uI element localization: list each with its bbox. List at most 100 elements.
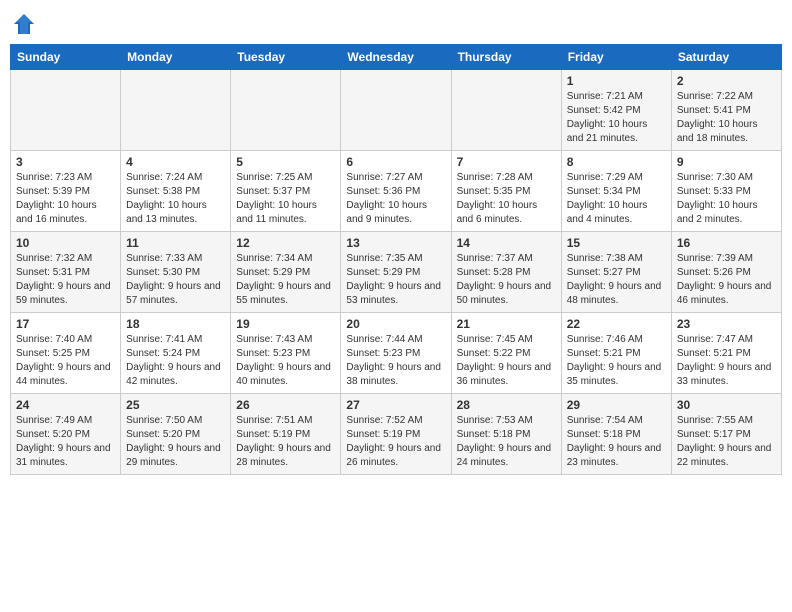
calendar-cell: 3 Sunrise: 7:23 AM Sunset: 5:39 PM Daylig… [11,151,121,232]
day-info: Sunrise: 7:35 AM Sunset: 5:29 PM Dayligh… [346,252,445,308]
day-number: 29 [567,398,666,412]
page-header [10,10,782,38]
day-info: Sunrise: 7:28 AM Sunset: 5:35 PM Dayligh… [457,171,556,227]
day-info: Sunrise: 7:23 AM Sunset: 5:39 PM Dayligh… [16,171,115,227]
day-number: 25 [126,398,225,412]
calendar-cell: 17Sunrise: 7:40 AM Sunset: 5:25 PM Dayli… [11,313,121,394]
day-number: 26 [236,398,335,412]
day-number: 2 [677,74,776,88]
day-number: 20 [346,317,445,331]
calendar-cell: 24 Sunrise: 7:49 AM Sunset: 5:20 PM Dayli… [11,394,121,475]
calendar-cell: 2 Sunrise: 7:22 AM Sunset: 5:41 PM Daylig… [671,70,781,151]
day-info: Sunrise: 7:54 AM Sunset: 5:18 PM Dayligh… [567,414,666,470]
day-info: Sunrise: 7:30 AM Sunset: 5:33 PM Dayligh… [677,171,776,227]
day-info: Sunrise: 7:41 AM Sunset: 5:24 PM Dayligh… [126,333,225,389]
day-info: Sunrise: 7:33 AM Sunset: 5:30 PM Dayligh… [126,252,225,308]
calendar-cell: 13 Sunrise: 7:35 AM Sunset: 5:29 PM Dayli… [341,232,451,313]
calendar-cell: 18 Sunrise: 7:41 AM Sunset: 5:24 PM Dayli… [121,313,231,394]
calendar-cell: 16 Sunrise: 7:39 AM Sunset: 5:26 PM Dayli… [671,232,781,313]
calendar-cell: 30 Sunrise: 7:55 AM Sunset: 5:17 PM Dayli… [671,394,781,475]
calendar-cell: 21Sunrise: 7:45 AM Sunset: 5:22 PM Dayli… [451,313,561,394]
day-number: 8 [567,155,666,169]
day-info: Sunrise: 7:24 AM Sunset: 5:38 PM Dayligh… [126,171,225,227]
day-info: Sunrise: 7:21 AM Sunset: 5:42 PM Dayligh… [567,90,666,146]
day-number: 24 [16,398,115,412]
calendar-week-row: 3 Sunrise: 7:23 AM Sunset: 5:39 PM Daylig… [11,151,782,232]
day-info: Sunrise: 7:43 AM Sunset: 5:23 PM Dayligh… [236,333,335,389]
day-info: Sunrise: 7:55 AM Sunset: 5:17 PM Dayligh… [677,414,776,470]
day-info: Sunrise: 7:29 AM Sunset: 5:34 PM Dayligh… [567,171,666,227]
calendar-cell: 27 Sunrise: 7:52 AM Sunset: 5:19 PM Dayli… [341,394,451,475]
day-number: 3 [16,155,115,169]
day-number: 12 [236,236,335,250]
day-number: 28 [457,398,556,412]
calendar-cell: 6 Sunrise: 7:27 AM Sunset: 5:36 PM Daylig… [341,151,451,232]
calendar-cell: 7 Sunrise: 7:28 AM Sunset: 5:35 PM Daylig… [451,151,561,232]
calendar-cell: 1 Sunrise: 7:21 AM Sunset: 5:42 PM Daylig… [561,70,671,151]
day-info: Sunrise: 7:22 AM Sunset: 5:41 PM Dayligh… [677,90,776,146]
day-info: Sunrise: 7:27 AM Sunset: 5:36 PM Dayligh… [346,171,445,227]
day-info: Sunrise: 7:52 AM Sunset: 5:19 PM Dayligh… [346,414,445,470]
day-info: Sunrise: 7:37 AM Sunset: 5:28 PM Dayligh… [457,252,556,308]
calendar-cell: 14 Sunrise: 7:37 AM Sunset: 5:28 PM Dayli… [451,232,561,313]
day-of-week-header: Sunday [11,45,121,70]
day-number: 13 [346,236,445,250]
calendar-cell: 15 Sunrise: 7:38 AM Sunset: 5:27 PM Dayli… [561,232,671,313]
day-number: 6 [346,155,445,169]
calendar-cell [11,70,121,151]
day-number: 1 [567,74,666,88]
day-of-week-header: Friday [561,45,671,70]
calendar-week-row: 24 Sunrise: 7:49 AM Sunset: 5:20 PM Dayli… [11,394,782,475]
day-info: Sunrise: 7:51 AM Sunset: 5:19 PM Dayligh… [236,414,335,470]
day-number: 16 [677,236,776,250]
logo [10,10,42,38]
day-info: Sunrise: 7:38 AM Sunset: 5:27 PM Dayligh… [567,252,666,308]
calendar-cell [231,70,341,151]
day-number: 10 [16,236,115,250]
calendar-cell: 11Sunrise: 7:33 AM Sunset: 5:30 PM Dayli… [121,232,231,313]
calendar-cell [121,70,231,151]
calendar-cell: 5 Sunrise: 7:25 AM Sunset: 5:37 PM Daylig… [231,151,341,232]
day-info: Sunrise: 7:44 AM Sunset: 5:23 PM Dayligh… [346,333,445,389]
day-number: 22 [567,317,666,331]
day-number: 19 [236,317,335,331]
day-info: Sunrise: 7:39 AM Sunset: 5:26 PM Dayligh… [677,252,776,308]
day-of-week-header: Wednesday [341,45,451,70]
day-number: 7 [457,155,556,169]
day-info: Sunrise: 7:53 AM Sunset: 5:18 PM Dayligh… [457,414,556,470]
logo-icon [10,10,38,38]
calendar-cell: 26 Sunrise: 7:51 AM Sunset: 5:19 PM Dayli… [231,394,341,475]
day-info: Sunrise: 7:46 AM Sunset: 5:21 PM Dayligh… [567,333,666,389]
calendar-cell: 19 Sunrise: 7:43 AM Sunset: 5:23 PM Dayli… [231,313,341,394]
day-of-week-header: Thursday [451,45,561,70]
day-number: 17 [16,317,115,331]
calendar-cell: 25Sunrise: 7:50 AM Sunset: 5:20 PM Dayli… [121,394,231,475]
calendar-cell: 8 Sunrise: 7:29 AM Sunset: 5:34 PM Daylig… [561,151,671,232]
calendar-cell: 20 Sunrise: 7:44 AM Sunset: 5:23 PM Dayli… [341,313,451,394]
day-of-week-header: Tuesday [231,45,341,70]
calendar-week-row: 10Sunrise: 7:32 AM Sunset: 5:31 PM Dayli… [11,232,782,313]
day-number: 4 [126,155,225,169]
calendar-week-row: 17Sunrise: 7:40 AM Sunset: 5:25 PM Dayli… [11,313,782,394]
calendar-week-row: 1 Sunrise: 7:21 AM Sunset: 5:42 PM Daylig… [11,70,782,151]
day-of-week-header: Saturday [671,45,781,70]
day-number: 18 [126,317,225,331]
day-number: 23 [677,317,776,331]
day-info: Sunrise: 7:47 AM Sunset: 5:21 PM Dayligh… [677,333,776,389]
calendar-header-row: SundayMondayTuesdayWednesdayThursdayFrid… [11,45,782,70]
day-info: Sunrise: 7:49 AM Sunset: 5:20 PM Dayligh… [16,414,115,470]
day-info: Sunrise: 7:25 AM Sunset: 5:37 PM Dayligh… [236,171,335,227]
day-number: 30 [677,398,776,412]
day-number: 27 [346,398,445,412]
day-number: 15 [567,236,666,250]
day-number: 5 [236,155,335,169]
calendar-cell: 29 Sunrise: 7:54 AM Sunset: 5:18 PM Dayli… [561,394,671,475]
calendar-table: SundayMondayTuesdayWednesdayThursdayFrid… [10,44,782,475]
calendar-cell [341,70,451,151]
calendar-cell: 22 Sunrise: 7:46 AM Sunset: 5:21 PM Dayli… [561,313,671,394]
day-number: 14 [457,236,556,250]
calendar-cell: 23 Sunrise: 7:47 AM Sunset: 5:21 PM Dayli… [671,313,781,394]
calendar-cell: 28 Sunrise: 7:53 AM Sunset: 5:18 PM Dayli… [451,394,561,475]
day-number: 9 [677,155,776,169]
calendar-cell: 9 Sunrise: 7:30 AM Sunset: 5:33 PM Daylig… [671,151,781,232]
